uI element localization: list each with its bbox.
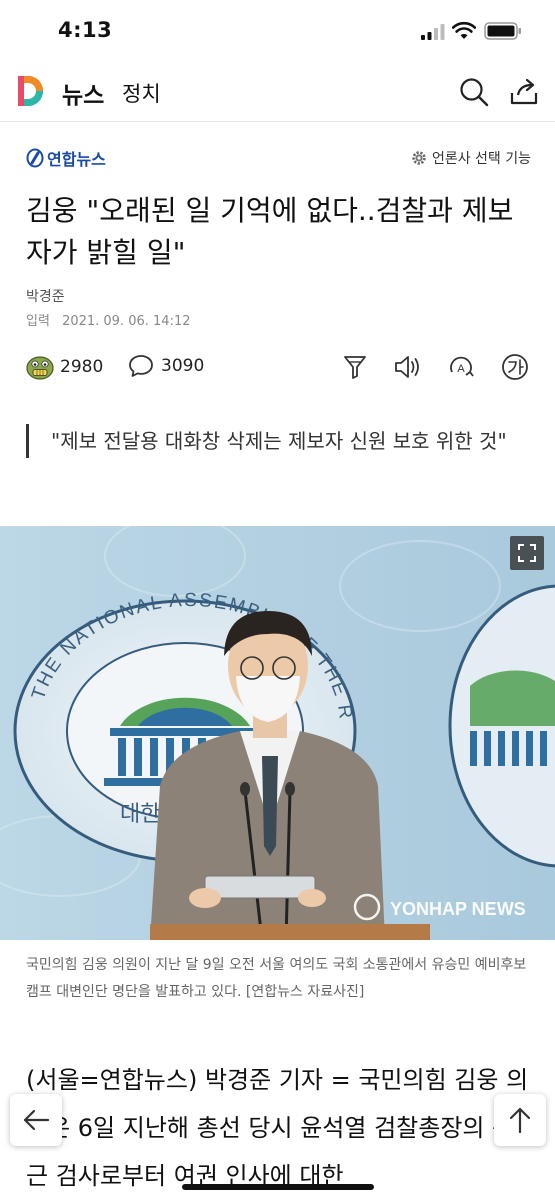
header-app-name[interactable]: 뉴스 bbox=[62, 76, 104, 110]
press-conference-photo: THE NATIONAL ASSEMBLY OF THE REPUBLIC OF… bbox=[0, 526, 555, 940]
date-label: 입력 bbox=[26, 314, 50, 329]
comment-button[interactable]: 3090 bbox=[128, 354, 204, 378]
reporter-name[interactable]: 박경준 bbox=[26, 286, 65, 306]
signal-icon bbox=[421, 24, 445, 40]
photo-watermark: YONHAP NEWS bbox=[390, 899, 526, 919]
article-body: (서울=연합뉴스) 박경준 기자 = 국민의힘 김웅 의원은 6일 지난해 총선… bbox=[26, 1066, 529, 1190]
article-photo[interactable]: THE NATIONAL ASSEMBLY OF THE REPUBLIC OF… bbox=[0, 526, 555, 940]
wifi-icon bbox=[452, 21, 476, 39]
article-summary: "제보 전달용 대화창 삭제는 제보자 신원 보호 위한 것" bbox=[26, 424, 536, 458]
gear-icon bbox=[412, 151, 426, 165]
date-value: 2021. 09. 06. 14:12 bbox=[62, 314, 191, 329]
share-icon[interactable] bbox=[508, 76, 540, 108]
header-section-label[interactable]: 정치 bbox=[122, 78, 161, 108]
translate-icon[interactable] bbox=[500, 352, 530, 382]
photo-caption: 국민의힘 김웅 의원이 지난 달 9일 오전 서울 여의도 국회 소통관에서 유… bbox=[26, 957, 527, 1000]
reaction-count: 2980 bbox=[60, 357, 104, 377]
scroll-top-button[interactable] bbox=[494, 1094, 546, 1146]
comment-icon bbox=[129, 355, 153, 377]
press-select-label: 언론사 선택 기능 bbox=[431, 151, 531, 167]
back-button[interactable] bbox=[10, 1094, 62, 1146]
search-icon[interactable] bbox=[458, 76, 490, 108]
press-name: 연합뉴스 bbox=[47, 150, 106, 169]
svg-text:A: A bbox=[457, 363, 465, 375]
speaker-icon[interactable] bbox=[392, 352, 422, 382]
status-time: 4:13 bbox=[58, 18, 113, 42]
arrow-up-icon bbox=[509, 1107, 531, 1134]
angry-emoji-icon bbox=[26, 356, 54, 380]
article-headline: 김웅 "오래된 일 기억에 없다..검찰과 제보자가 밝힐 일" bbox=[26, 194, 514, 269]
battery-icon bbox=[484, 22, 521, 40]
reaction-button[interactable]: 2980 bbox=[26, 354, 103, 380]
status-bar: 4:13 bbox=[0, 0, 555, 62]
daum-logo-icon[interactable] bbox=[14, 74, 46, 108]
app-header: 뉴스 정치 bbox=[0, 62, 555, 122]
comment-count: 3090 bbox=[161, 356, 205, 376]
summary-filter-icon[interactable] bbox=[340, 352, 370, 382]
arrow-left-icon bbox=[23, 1109, 50, 1131]
press-select-button[interactable]: 언론사 선택 기능 bbox=[411, 148, 531, 168]
yonhap-logo-icon bbox=[26, 148, 44, 168]
expand-icon bbox=[518, 544, 536, 562]
press-logo[interactable]: 연합뉴스 bbox=[26, 147, 106, 169]
publish-date: 입력 2021. 09. 06. 14:12 bbox=[26, 310, 191, 329]
expand-photo-button[interactable] bbox=[510, 536, 544, 570]
home-indicator[interactable] bbox=[182, 1184, 374, 1190]
font-size-icon[interactable]: A bbox=[446, 352, 476, 382]
